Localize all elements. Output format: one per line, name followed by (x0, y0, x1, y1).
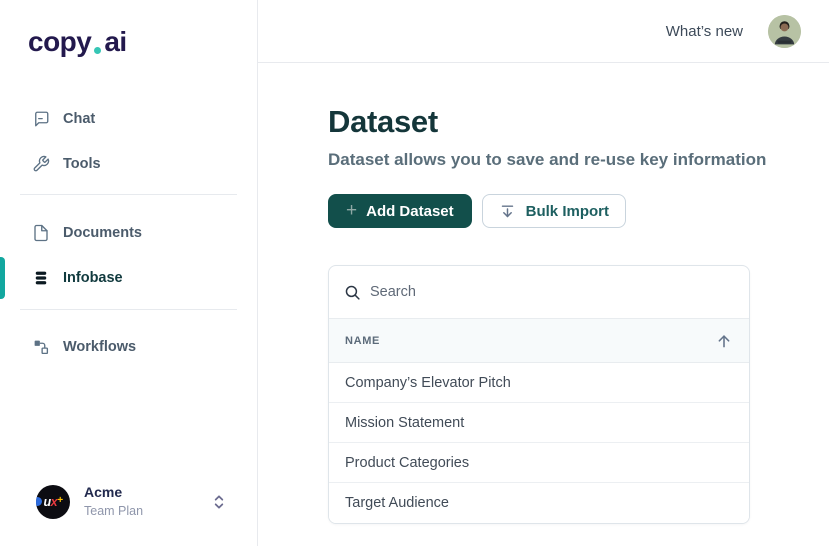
sidebar-item-label: Documents (63, 225, 142, 241)
wrench-icon (32, 155, 50, 173)
sidebar-item-workflows[interactable]: Workflows (32, 333, 232, 361)
sidebar-item-tools[interactable]: Tools (32, 150, 232, 178)
top-header: What’s new (258, 0, 829, 63)
workspace-switcher[interactable]: ux+ Acme Team Plan (36, 484, 236, 520)
table-row[interactable]: Company’s Elevator Pitch (329, 363, 749, 403)
avatar-letter: + (57, 495, 62, 506)
arrow-up-icon (715, 332, 733, 350)
table-row[interactable]: Mission Statement (329, 403, 749, 443)
sidebar-divider (20, 309, 237, 310)
sidebar-item-documents[interactable]: Documents (32, 219, 232, 247)
page-title: Dataset (328, 104, 438, 140)
logo-dot-icon (94, 47, 101, 54)
workspace-avatar: ux+ (36, 485, 70, 519)
workspace-plan: Team Plan (84, 504, 143, 520)
add-dataset-label: Add Dataset (366, 203, 454, 220)
add-dataset-button[interactable]: + Add Dataset (328, 194, 472, 228)
sidebar-item-chat[interactable]: Chat (32, 105, 232, 133)
sidebar-item-label: Infobase (63, 270, 123, 286)
plus-icon: + (346, 201, 357, 220)
sidebar-item-label: Tools (63, 156, 101, 172)
sidebar-item-label: Workflows (63, 339, 136, 355)
sidebar-divider (20, 194, 237, 195)
main-content: Dataset Dataset allows you to save and r… (328, 63, 829, 546)
search-icon (344, 284, 361, 301)
sidebar-item-infobase[interactable]: Infobase (32, 264, 232, 292)
bulk-import-button[interactable]: Bulk Import (482, 194, 626, 228)
search-input[interactable] (370, 284, 734, 300)
page-subtitle: Dataset allows you to save and re-use ke… (328, 150, 766, 170)
database-icon (32, 269, 50, 287)
name-column-header: NAME (345, 335, 380, 347)
workspace-name: Acme (84, 484, 143, 502)
sidebar: copyai Chat Tools Documents Infobase Wor… (0, 0, 258, 546)
table-row[interactable]: Product Categories (329, 443, 749, 483)
sidebar-item-label: Chat (63, 111, 95, 127)
avatar-blue-shape (36, 497, 42, 506)
search-row (329, 266, 749, 318)
avatar-letter: u (44, 495, 51, 509)
logo-text-copy: copy (28, 26, 91, 58)
action-buttons: + Add Dataset Bulk Import (328, 194, 626, 228)
table-header-row: NAME (329, 318, 749, 363)
copyai-logo[interactable]: copyai (28, 26, 127, 58)
whats-new-link[interactable]: What’s new (666, 23, 743, 40)
user-photo (768, 15, 801, 48)
bulk-import-label: Bulk Import (526, 203, 609, 220)
active-item-indicator (0, 257, 5, 299)
document-icon (32, 224, 50, 242)
table-row[interactable]: Target Audience (329, 483, 749, 523)
workflow-icon (32, 338, 50, 356)
import-icon (499, 203, 516, 220)
chat-icon (32, 110, 50, 128)
dataset-table-card: NAME Company’s Elevator Pitch Mission St… (328, 265, 750, 524)
logo-text-ai: ai (104, 26, 126, 58)
sort-ascending-button[interactable] (715, 332, 733, 350)
user-avatar[interactable] (768, 15, 801, 48)
chevron-up-down-icon[interactable] (211, 492, 227, 512)
